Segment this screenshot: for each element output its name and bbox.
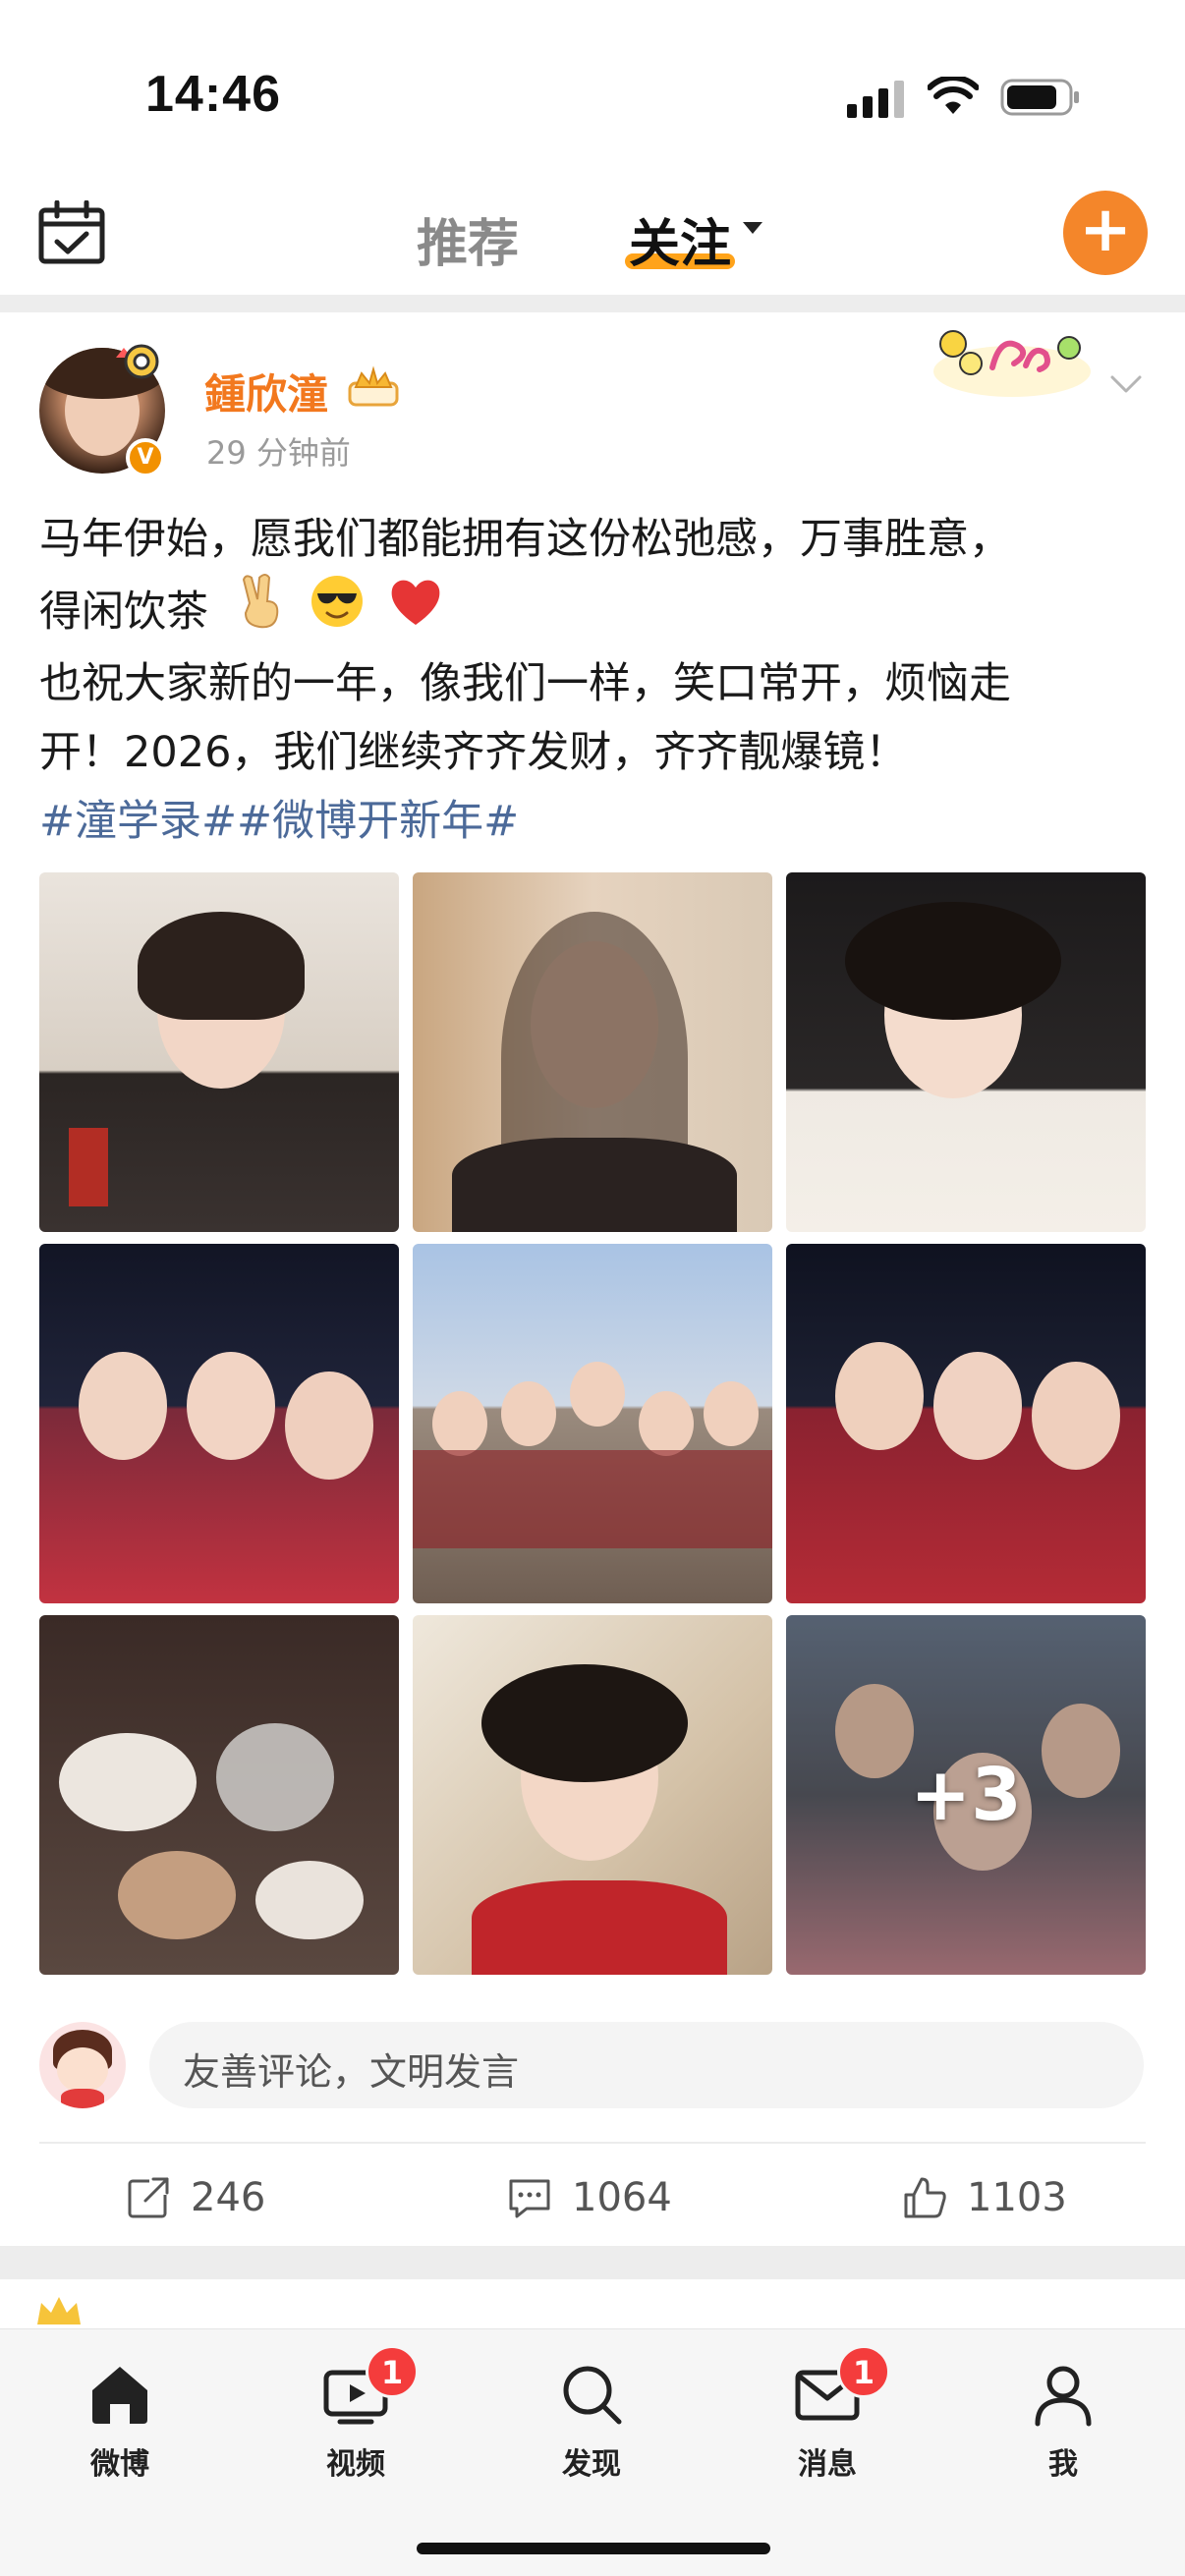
post-body: 马年伊始，愿我们都能拥有这份松弛感，万事胜意， 得闲饮茶 也祝大家新的一年，像我… — [39, 505, 1150, 856]
status-bar: 14:46 — [0, 0, 1185, 167]
post-text-line: 也祝大家新的一年，像我们一样，笑口常开，烦恼走 — [39, 659, 1011, 708]
wifi-icon — [928, 77, 979, 114]
chevron-down-icon[interactable] — [1108, 371, 1144, 399]
caret-down-icon[interactable] — [743, 222, 762, 234]
photo-thumbnail[interactable] — [413, 1615, 772, 1975]
author-name[interactable]: 鍾欣潼 — [204, 362, 328, 421]
tab-label: 发现 — [562, 2447, 621, 2482]
red-heart-icon — [388, 576, 443, 647]
like-button[interactable]: 1103 — [902, 2163, 1067, 2232]
tab-recommend[interactable]: 推荐 — [417, 202, 519, 276]
comment-placeholder: 友善评论，文明发言 — [183, 2050, 520, 2094]
tab-me[interactable]: 我 — [994, 2359, 1132, 2483]
search-icon — [563, 2366, 622, 2425]
status-time: 14:46 — [145, 66, 281, 123]
profile-icon — [1035, 2366, 1092, 2427]
tab-label: 微博 — [90, 2447, 149, 2482]
like-count: 1103 — [967, 2175, 1067, 2220]
comment-button[interactable]: 1064 — [507, 2163, 672, 2232]
tab-label: 视频 — [326, 2447, 385, 2482]
my-avatar — [39, 2022, 126, 2108]
comment-icon — [509, 2179, 550, 2218]
notification-badge: 1 — [837, 2345, 890, 2398]
thumbs-up-icon — [904, 2177, 946, 2218]
battery-icon — [1000, 79, 1079, 116]
photo-thumbnail[interactable] — [39, 1244, 399, 1603]
post-hashtags[interactable]: #潼学录##微博开新年# — [39, 787, 1150, 856]
compose-plus-button[interactable]: + — [1063, 191, 1148, 275]
repost-count: 246 — [191, 2175, 266, 2220]
photo-thumbnail[interactable] — [39, 1615, 399, 1975]
victory-hand-icon — [236, 574, 285, 649]
calendar-check-icon[interactable] — [37, 200, 106, 265]
cellular-signal-icon — [847, 81, 904, 118]
feed-separator — [0, 2246, 1185, 2279]
home-icon — [92, 2367, 147, 2424]
top-nav: 推荐 关注 + — [0, 167, 1185, 295]
tab-following[interactable]: 关注 — [629, 202, 731, 276]
notification-badge: 1 — [366, 2345, 419, 2398]
tab-messages[interactable]: 消息 1 — [759, 2345, 896, 2483]
tab-following-label: 关注 — [629, 215, 732, 274]
home-indicator — [417, 2543, 770, 2554]
repost-button[interactable]: 246 — [126, 2163, 265, 2232]
tab-weibo-home[interactable]: 微博 — [51, 2359, 189, 2483]
avatar-camera-decoration-icon — [116, 344, 159, 379]
sunglasses-face-icon — [310, 574, 365, 649]
photo-thumbnail[interactable] — [413, 1244, 772, 1603]
comment-count: 1064 — [572, 2175, 672, 2220]
plog-sticker-icon — [933, 330, 1091, 397]
tab-video[interactable]: 视频 1 — [287, 2345, 424, 2483]
feed-separator — [0, 295, 1185, 312]
tab-label: 我 — [1048, 2447, 1078, 2482]
repost-icon — [128, 2175, 171, 2218]
crown-icon — [37, 2297, 81, 2324]
tab-label: 消息 — [798, 2447, 857, 2482]
bottom-tab-bar: 微博 视频 1 发现 消息 1 我 — [0, 2328, 1185, 2576]
divider — [39, 2142, 1146, 2144]
post-text-line: 马年伊始，愿我们都能拥有这份松弛感，万事胜意， — [39, 515, 1011, 564]
verified-badge-icon: V — [126, 438, 165, 477]
more-photos-label: +3 — [910, 1753, 1022, 1837]
post-card: V 鍾欣潼 29 分钟前 马年伊始，愿我们都能拥有这份松弛感，万事胜意， 得闲饮… — [0, 312, 1185, 2246]
photo-thumbnail[interactable] — [786, 872, 1146, 1232]
photo-thumbnail[interactable] — [39, 872, 399, 1232]
photo-thumbnail[interactable] — [786, 1244, 1146, 1603]
post-text-line: 开！2026，我们继续齐齐发财，齐齐靓爆镜！ — [39, 728, 908, 777]
comment-input[interactable]: 友善评论，文明发言 — [149, 2022, 1144, 2108]
photo-thumbnail-more[interactable]: +3 — [786, 1615, 1146, 1975]
post-text-fragment: 得闲饮茶 — [39, 587, 208, 637]
post-text-line: 得闲饮茶 — [39, 574, 1150, 649]
photo-grid: +3 — [39, 872, 1146, 1975]
post-timestamp: 29 分钟前 — [206, 434, 351, 472]
tab-discover[interactable]: 发现 — [523, 2359, 660, 2483]
crown-badge-icon — [348, 365, 399, 407]
photo-thumbnail[interactable] — [413, 872, 772, 1232]
